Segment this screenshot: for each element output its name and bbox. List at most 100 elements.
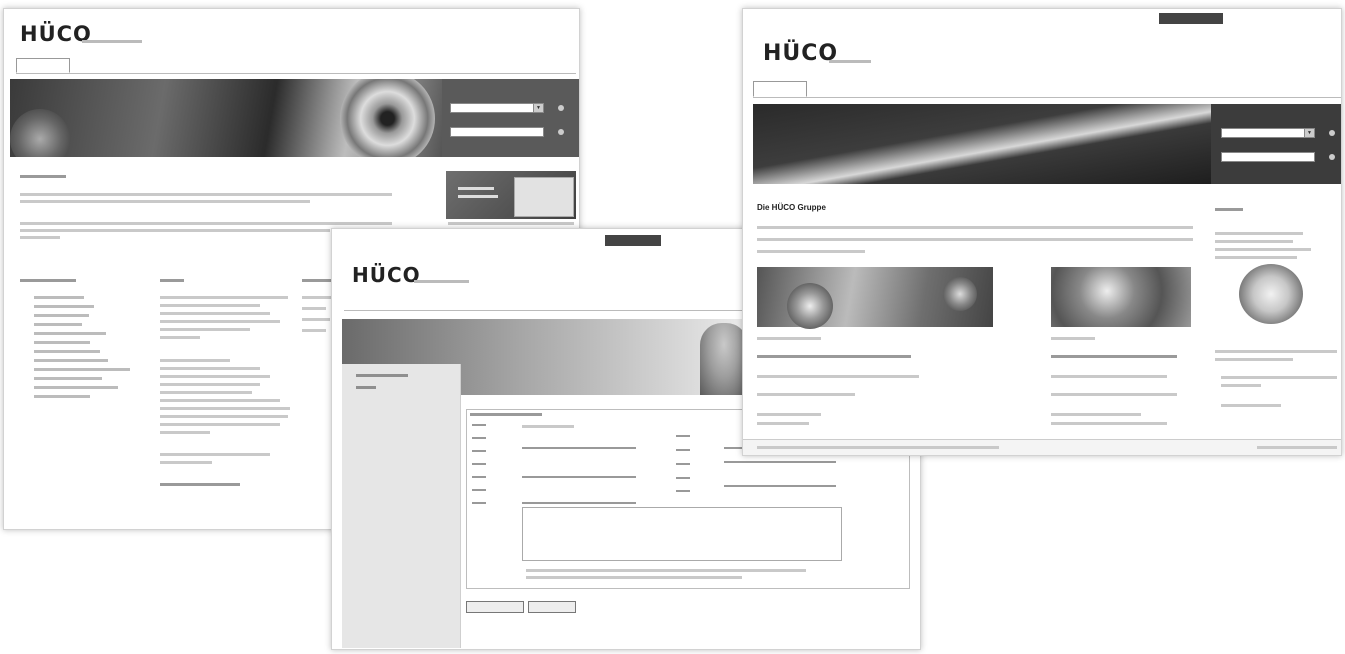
sidebar-text (1221, 384, 1261, 387)
news-title[interactable] (1051, 355, 1177, 358)
nav-tab-5[interactable] (226, 58, 278, 71)
nav-tab-5[interactable] (544, 297, 586, 310)
column-heading (160, 279, 184, 282)
form-label (676, 449, 690, 451)
screenshot-right-page: HÜCO ▼ Die HÜCO Gruppe (742, 8, 1342, 456)
news-text-line (160, 453, 270, 456)
list-item[interactable] (34, 368, 130, 371)
vehicle-select[interactable]: ▼ (450, 103, 544, 113)
intro-text-line (20, 236, 60, 239)
intro-text-line (20, 222, 392, 225)
online-catalog-banner[interactable] (446, 171, 576, 219)
top-tab-1[interactable] (1033, 13, 1093, 24)
form-label (472, 489, 486, 491)
footer-links[interactable] (1257, 446, 1337, 449)
nav-tab-7[interactable] (345, 58, 397, 71)
nav-tab-2[interactable] (807, 81, 855, 95)
list-item[interactable] (34, 323, 82, 326)
go-icon[interactable] (558, 105, 564, 111)
news-link[interactable] (160, 483, 240, 486)
list-item[interactable] (34, 332, 106, 335)
form-field[interactable] (522, 502, 636, 504)
text-line (302, 329, 326, 332)
nav-tab-3[interactable] (855, 81, 903, 95)
news-link[interactable] (757, 393, 855, 396)
reset-button[interactable] (528, 601, 576, 613)
hero-car-image (10, 79, 442, 157)
top-tab-2[interactable] (661, 235, 727, 246)
nav-tab-6[interactable] (278, 58, 345, 71)
form-note (526, 576, 742, 579)
sidebar-text (1215, 240, 1293, 243)
nav-tab-1[interactable] (753, 81, 807, 97)
message-textarea[interactable] (522, 507, 842, 561)
sidebar-text (1215, 256, 1297, 259)
nav-tab-3[interactable] (448, 297, 496, 310)
news-text-line (757, 413, 821, 416)
nav-tab-5[interactable] (947, 81, 989, 95)
submit-button[interactable] (466, 601, 524, 613)
intro-text-line (757, 226, 1193, 229)
sidebar-item[interactable] (356, 374, 408, 377)
news-text-line (160, 367, 260, 370)
part-input[interactable] (1221, 152, 1315, 162)
part-input[interactable] (450, 127, 544, 137)
nav-tab-1[interactable] (16, 58, 70, 73)
list-item[interactable] (34, 341, 90, 344)
vehicle-select[interactable]: ▼ (1221, 128, 1315, 138)
form-field[interactable] (522, 476, 636, 478)
nav-tab-1[interactable] (344, 297, 396, 310)
sidebar-link[interactable] (1221, 404, 1281, 407)
car-wheel-shape (787, 283, 833, 329)
list-item[interactable] (34, 314, 89, 317)
banner-screen-image (514, 177, 574, 217)
anniversary-seal-icon (1239, 264, 1303, 324)
main-nav (16, 58, 576, 74)
list-item[interactable] (34, 305, 94, 308)
nav-tab-4[interactable] (903, 81, 947, 95)
list-item[interactable] (34, 386, 118, 389)
go-icon-2[interactable] (558, 129, 564, 135)
top-tab-1[interactable] (605, 235, 661, 246)
nav-tab-8[interactable] (397, 58, 439, 71)
form-field[interactable] (724, 485, 836, 487)
nav-tab-2[interactable] (70, 58, 122, 71)
intro-text-line (20, 229, 330, 232)
nav-tab-4[interactable] (174, 58, 226, 71)
news-text-line (160, 328, 250, 331)
form-field[interactable] (522, 447, 636, 449)
news-parts-photo (1051, 267, 1191, 327)
form-label (472, 437, 486, 439)
list-item[interactable] (34, 359, 108, 362)
go-icon-2[interactable] (1329, 154, 1335, 160)
logo-subtitle (829, 60, 871, 63)
news-text-line (160, 383, 260, 386)
top-tabs (605, 235, 727, 246)
intro-text-line (20, 200, 310, 203)
form-label (472, 476, 486, 478)
go-icon[interactable] (1329, 130, 1335, 136)
nav-tab-8[interactable] (712, 297, 744, 310)
list-item[interactable] (34, 350, 100, 353)
nav-tab-7[interactable] (652, 297, 712, 310)
top-tab-2[interactable] (1093, 13, 1159, 24)
news-text-line (160, 304, 260, 307)
sidebar-item[interactable] (356, 386, 376, 389)
nav-tab-3[interactable] (122, 58, 174, 71)
news-link[interactable] (1051, 393, 1177, 396)
list-item[interactable] (34, 395, 90, 398)
nav-tab-2[interactable] (396, 297, 448, 310)
news-text-line (757, 422, 809, 425)
list-item[interactable] (34, 296, 84, 299)
form-heading (470, 413, 542, 416)
product-list (34, 296, 154, 426)
nav-tab-6[interactable] (586, 297, 652, 310)
news-category (1051, 337, 1095, 340)
news-title[interactable] (757, 355, 911, 358)
top-tab-3[interactable] (1159, 13, 1223, 24)
list-item[interactable] (34, 377, 102, 380)
nav-tab-4[interactable] (496, 297, 544, 310)
text-line (302, 318, 330, 321)
form-field[interactable] (724, 461, 836, 463)
main-nav (753, 81, 1341, 98)
